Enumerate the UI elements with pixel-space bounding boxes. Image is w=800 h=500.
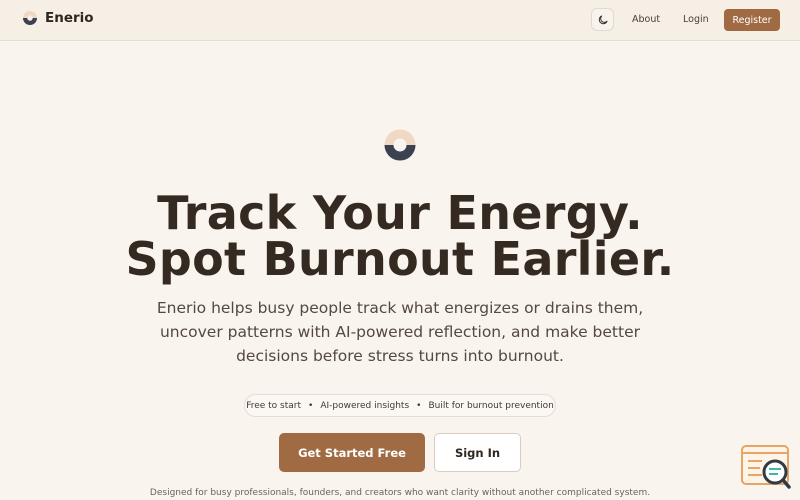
headline-line-1: Track Your Energy. bbox=[157, 186, 643, 240]
headline-line-2: Spot Burnout Earlier. bbox=[125, 232, 675, 286]
subtitle-line: decisions before stress turns into burno… bbox=[236, 347, 564, 365]
brand[interactable]: Enerio bbox=[22, 10, 94, 26]
enerio-logo-icon bbox=[23, 11, 37, 25]
brand-name: Enerio bbox=[45, 10, 94, 26]
moon-icon bbox=[598, 15, 607, 24]
separator-dot: • bbox=[308, 400, 314, 411]
top-navbar: Enerio About Login Register bbox=[0, 0, 800, 41]
hero-logo-icon bbox=[384, 129, 416, 161]
hero-footnote: Designed for busy professionals, founder… bbox=[149, 488, 651, 498]
theme-toggle-button[interactable] bbox=[591, 8, 614, 31]
feature-free: Free to start bbox=[246, 400, 302, 411]
feature-pill: Free to start • AI-powered insights • Bu… bbox=[244, 394, 556, 417]
sign-in-button[interactable]: Sign In bbox=[434, 433, 521, 472]
nav-about-link[interactable]: About bbox=[632, 14, 660, 25]
feedback-widget-icon[interactable] bbox=[740, 444, 792, 490]
hero-subtitle: Enerio helps busy people track what ener… bbox=[0, 296, 800, 368]
separator-dot: • bbox=[416, 400, 422, 411]
feature-burnout: Built for burnout prevention bbox=[428, 400, 554, 411]
register-button[interactable]: Register bbox=[724, 9, 780, 31]
subtitle-line: Enerio helps busy people track what ener… bbox=[156, 299, 644, 317]
feature-ai: AI-powered insights bbox=[320, 400, 410, 411]
nav-login-link[interactable]: Login bbox=[683, 14, 709, 25]
get-started-button[interactable]: Get Started Free bbox=[279, 433, 425, 472]
subtitle-line: uncover patterns with AI-powered reflect… bbox=[159, 323, 640, 341]
